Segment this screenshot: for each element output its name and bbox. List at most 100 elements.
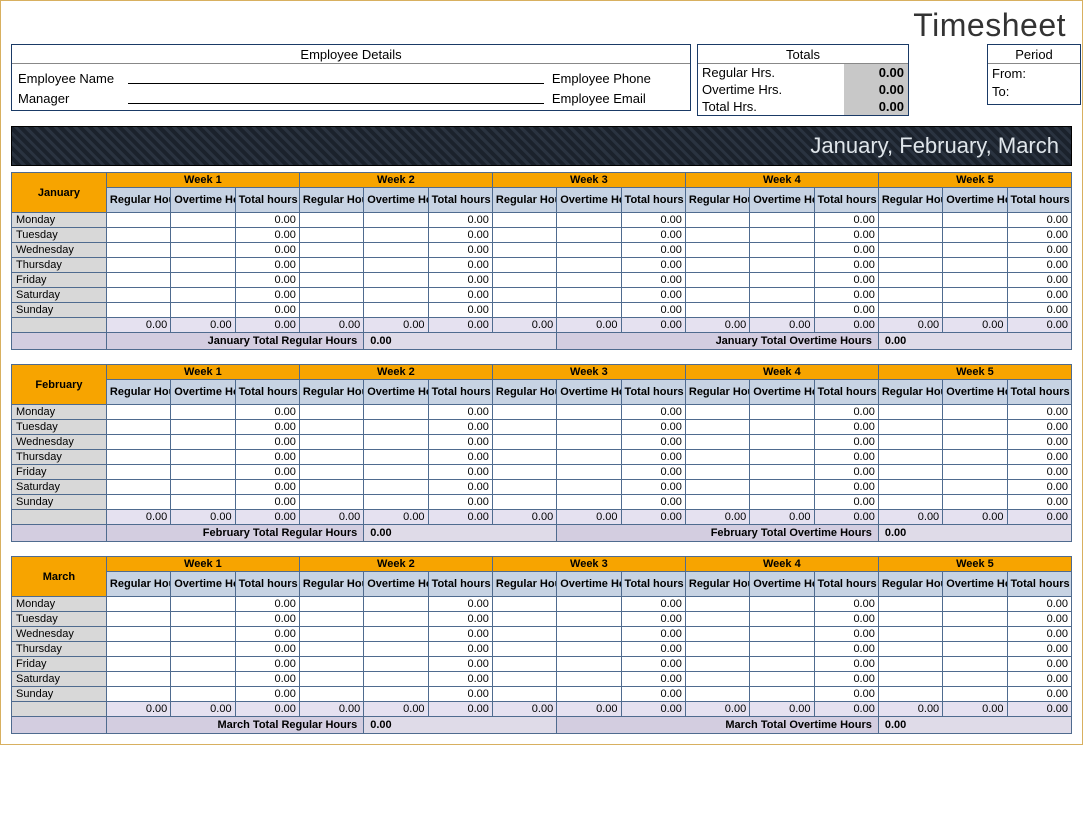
cell[interactable] bbox=[878, 213, 942, 228]
cell[interactable] bbox=[750, 495, 814, 510]
cell[interactable] bbox=[492, 243, 556, 258]
cell[interactable]: 0.00 bbox=[1007, 597, 1071, 612]
cell[interactable]: 0.00 bbox=[621, 687, 685, 702]
cell[interactable]: 0.00 bbox=[750, 510, 814, 525]
cell[interactable] bbox=[299, 405, 363, 420]
cell[interactable]: 0.00 bbox=[621, 465, 685, 480]
cell[interactable]: 0.00 bbox=[878, 702, 942, 717]
cell[interactable]: 0.00 bbox=[814, 657, 878, 672]
cell[interactable] bbox=[364, 672, 428, 687]
cell[interactable]: 0.00 bbox=[814, 672, 878, 687]
cell[interactable] bbox=[171, 228, 235, 243]
cell[interactable]: 0.00 bbox=[557, 702, 621, 717]
cell[interactable] bbox=[364, 435, 428, 450]
cell[interactable]: 0.00 bbox=[621, 243, 685, 258]
cell[interactable] bbox=[943, 627, 1007, 642]
cell[interactable]: 0.00 bbox=[428, 228, 492, 243]
cell[interactable] bbox=[878, 420, 942, 435]
cell[interactable] bbox=[878, 495, 942, 510]
cell[interactable] bbox=[171, 627, 235, 642]
cell[interactable]: 0.00 bbox=[814, 702, 878, 717]
cell[interactable] bbox=[364, 243, 428, 258]
cell[interactable] bbox=[685, 480, 749, 495]
cell[interactable]: 0.00 bbox=[428, 687, 492, 702]
cell[interactable]: 0.00 bbox=[492, 702, 556, 717]
cell[interactable]: 0.00 bbox=[1007, 672, 1071, 687]
cell[interactable]: 0.00 bbox=[621, 303, 685, 318]
cell[interactable]: 0.00 bbox=[621, 258, 685, 273]
cell[interactable] bbox=[750, 405, 814, 420]
cell[interactable]: 0.00 bbox=[235, 258, 299, 273]
cell[interactable] bbox=[750, 228, 814, 243]
cell[interactable]: 0.00 bbox=[235, 657, 299, 672]
cell[interactable] bbox=[364, 273, 428, 288]
cell[interactable] bbox=[557, 228, 621, 243]
cell[interactable] bbox=[171, 657, 235, 672]
cell[interactable] bbox=[557, 672, 621, 687]
cell[interactable] bbox=[299, 672, 363, 687]
cell[interactable] bbox=[171, 273, 235, 288]
cell[interactable]: 0.00 bbox=[428, 702, 492, 717]
cell[interactable]: 0.00 bbox=[235, 465, 299, 480]
cell[interactable]: 0.00 bbox=[621, 435, 685, 450]
cell[interactable]: 0.00 bbox=[235, 642, 299, 657]
cell[interactable] bbox=[685, 288, 749, 303]
cell[interactable]: 0.00 bbox=[814, 435, 878, 450]
cell[interactable]: 0.00 bbox=[1007, 213, 1071, 228]
cell[interactable] bbox=[106, 687, 170, 702]
cell[interactable]: 0.00 bbox=[364, 510, 428, 525]
cell[interactable] bbox=[171, 642, 235, 657]
cell[interactable]: 0.00 bbox=[814, 450, 878, 465]
cell[interactable] bbox=[106, 435, 170, 450]
cell[interactable] bbox=[171, 303, 235, 318]
cell[interactable]: 0.00 bbox=[492, 510, 556, 525]
cell[interactable] bbox=[685, 303, 749, 318]
cell[interactable] bbox=[878, 672, 942, 687]
cell[interactable]: 0.00 bbox=[1007, 465, 1071, 480]
cell[interactable] bbox=[364, 687, 428, 702]
cell[interactable] bbox=[299, 657, 363, 672]
cell[interactable]: 0.00 bbox=[428, 510, 492, 525]
cell[interactable] bbox=[685, 672, 749, 687]
cell[interactable]: 0.00 bbox=[428, 435, 492, 450]
cell[interactable]: 0.00 bbox=[235, 213, 299, 228]
cell[interactable] bbox=[492, 480, 556, 495]
cell[interactable] bbox=[750, 243, 814, 258]
cell[interactable] bbox=[750, 258, 814, 273]
cell[interactable] bbox=[943, 213, 1007, 228]
cell[interactable] bbox=[492, 420, 556, 435]
cell[interactable]: 0.00 bbox=[171, 702, 235, 717]
cell[interactable] bbox=[299, 627, 363, 642]
cell[interactable]: 0.00 bbox=[621, 288, 685, 303]
cell[interactable]: 0.00 bbox=[428, 465, 492, 480]
cell[interactable]: 0.00 bbox=[235, 288, 299, 303]
cell[interactable] bbox=[171, 480, 235, 495]
cell[interactable] bbox=[557, 405, 621, 420]
cell[interactable] bbox=[750, 480, 814, 495]
cell[interactable] bbox=[943, 687, 1007, 702]
cell[interactable]: 0.00 bbox=[1007, 288, 1071, 303]
cell[interactable] bbox=[364, 612, 428, 627]
cell[interactable]: 0.00 bbox=[235, 687, 299, 702]
cell[interactable] bbox=[364, 642, 428, 657]
cell[interactable] bbox=[171, 243, 235, 258]
cell[interactable]: 0.00 bbox=[235, 510, 299, 525]
cell[interactable]: 0.00 bbox=[235, 480, 299, 495]
cell[interactable]: 0.00 bbox=[428, 612, 492, 627]
cell[interactable] bbox=[364, 465, 428, 480]
cell[interactable]: 0.00 bbox=[106, 510, 170, 525]
cell[interactable]: 0.00 bbox=[943, 702, 1007, 717]
cell[interactable] bbox=[171, 687, 235, 702]
cell[interactable]: 0.00 bbox=[814, 480, 878, 495]
cell[interactable] bbox=[106, 303, 170, 318]
cell[interactable] bbox=[878, 258, 942, 273]
cell[interactable]: 0.00 bbox=[428, 495, 492, 510]
cell[interactable]: 0.00 bbox=[235, 450, 299, 465]
cell[interactable] bbox=[557, 258, 621, 273]
cell[interactable]: 0.00 bbox=[878, 318, 942, 333]
cell[interactable] bbox=[685, 657, 749, 672]
cell[interactable]: 0.00 bbox=[106, 318, 170, 333]
cell[interactable]: 0.00 bbox=[814, 627, 878, 642]
cell[interactable] bbox=[364, 288, 428, 303]
cell[interactable] bbox=[492, 405, 556, 420]
